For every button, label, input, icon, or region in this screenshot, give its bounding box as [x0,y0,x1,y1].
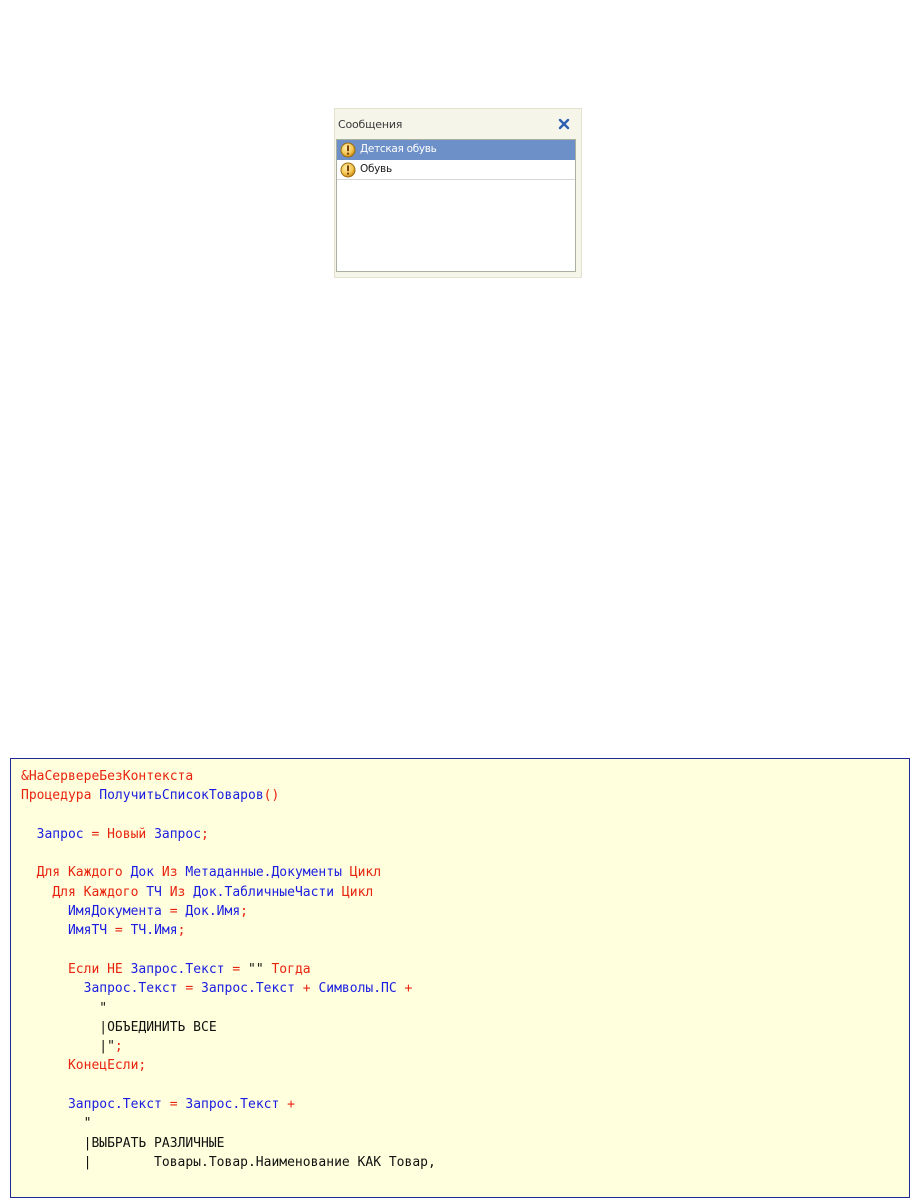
code-token: Метаданные.Документы [185,865,342,881]
code-token: ИмяДокумента [67,904,162,920]
code-token: ПолучитьСписокТоваров [99,788,264,804]
messages-list: Детская обувь Обувь [336,139,576,272]
code-token: Запрос.Текст [201,981,295,997]
code-token: + [279,1097,295,1113]
code-token: Док [130,865,155,881]
code-block: &НаСервереБезКонтекста Процедура Получить… [10,758,910,1198]
code-line: " [21,1114,436,1133]
code-token: Символы.ПС [318,981,397,997]
code-token: = [177,981,202,997]
code-line: |ВЫБРАТЬ РАЗЛИЧНЫЕ [21,1134,436,1153]
code-token: " [21,1116,92,1132]
code-token: Запрос.Текст [67,1097,162,1113]
code-token: Для Каждого [36,865,131,881]
code-line: Для Каждого Док Из Метаданные.Документы … [21,863,436,882]
code-token: "" [248,961,264,977]
code-line: ИмяДокумента = Док.Имя; [21,902,436,921]
code-token: Док.ТабличныеЧасти [193,884,335,900]
code-listing: &НаСервереБезКонтекста Процедура Получить… [21,767,436,1172]
close-icon[interactable] [557,117,571,131]
code-line: Процедура ПолучитьСписокТоваров() [21,786,436,805]
code-line: |ОБЪЕДИНИТЬ ВСЕ [21,1018,436,1037]
code-line: Если НЕ Запрос.Текст = "" Тогда [21,960,436,979]
code-token: ; [114,1039,123,1055]
messages-titlebar: Сообщения [335,109,581,139]
code-token: () [263,788,280,804]
code-token: + [294,981,319,997]
code-token: ИмяТЧ [67,923,108,939]
code-token: ; [201,826,209,842]
code-token: КонецЕсли; [67,1058,147,1074]
code-token: Запрос.Текст [83,981,178,997]
code-token: Процедура [21,788,100,804]
code-token: = [224,961,248,977]
code-token: Запрос [154,826,202,842]
message-item[interactable]: Детская обувь [337,140,575,160]
code-token: | Товары.Товар.Наименование КАК Товар, [21,1154,436,1170]
code-token: Из [154,865,186,881]
code-token: |ОБЪЕДИНИТЬ ВСЕ [21,1019,217,1035]
message-text: Обувь [360,163,392,175]
warning-icon [340,162,356,178]
code-token: + [396,981,413,997]
code-token: ТЧ.Имя [130,923,178,939]
code-token: = [161,904,186,920]
code-line: Для Каждого ТЧ Из Док.ТабличныеЧасти Цик… [21,883,436,902]
message-item[interactable]: Обувь [337,160,575,180]
messages-panel: Сообщения Детская обувь Обувь [334,108,582,278]
code-token: Запрос.Текст [130,961,225,977]
code-line: | Товары.Товар.Наименование КАК Товар, [21,1153,436,1172]
code-line: ИмяТЧ = ТЧ.Имя; [21,921,436,940]
messages-title: Сообщения [338,118,403,131]
code-token: |ВЫБРАТЬ РАЗЛИЧНЫЕ [21,1135,225,1151]
code-token: Цикл [334,884,374,900]
code-token: ; [177,923,186,939]
code-line: Запрос.Текст = Запрос.Текст + Символы.ПС… [21,979,436,998]
code-token: ТЧ [146,884,162,900]
code-token: Для Каждого [52,884,147,900]
code-token: = [107,923,131,939]
code-token: Из [161,884,194,900]
code-token: Запрос.Текст [185,1097,280,1113]
code-token: Тогда [263,961,311,977]
code-token: Если НЕ [67,961,131,977]
code-token: = [83,826,108,842]
code-token: ; [240,904,248,920]
warning-icon [340,142,356,158]
code-line: Запрос = Новый Запрос; [21,825,436,844]
code-token: Запрос [36,826,84,842]
code-line: |"; [21,1037,436,1056]
code-token: " [21,1000,108,1016]
code-line: КонецЕсли; [21,1056,436,1075]
code-token: Док.Имя [185,904,241,920]
code-line: &НаСервереБезКонтекста [21,767,436,786]
code-token: Новый [107,826,155,842]
code-line: " [21,999,436,1018]
message-text: Детская обувь [360,143,437,155]
code-token: |" [21,1039,115,1055]
code-token: &НаСервереБезКонтекста [21,769,194,784]
code-line: Запрос.Текст = Запрос.Текст + [21,1095,436,1114]
code-token: = [161,1097,186,1113]
code-token: Цикл [341,865,382,881]
